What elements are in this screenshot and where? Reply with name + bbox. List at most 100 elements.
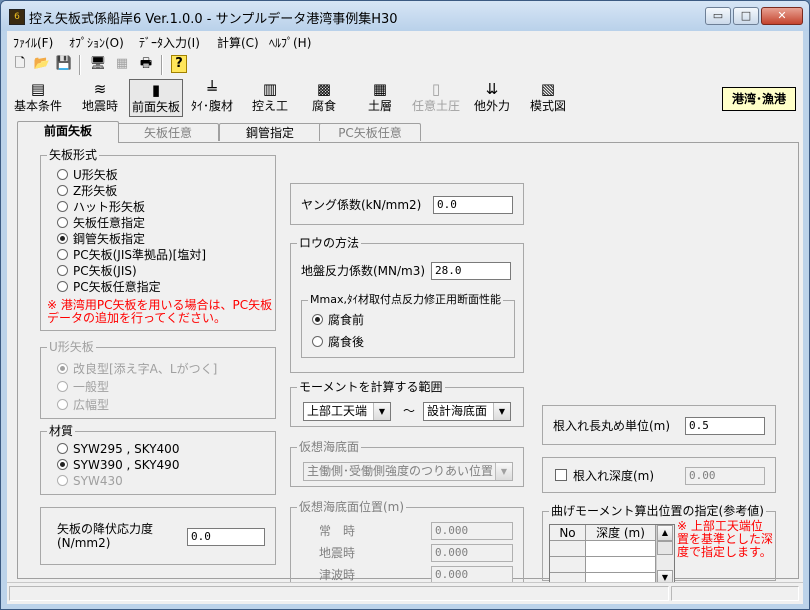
basic-conditions-icon: ▤ — [30, 80, 46, 98]
radio-dot — [57, 281, 68, 292]
table-cell[interactable] — [586, 557, 656, 573]
module-earthquake[interactable]: ≋ 地震時 — [73, 79, 127, 117]
menu-help[interactable]: ﾍﾙﾌﾟ(H) — [269, 34, 311, 51]
u-sheet-improved[interactable]: 改良型[添え字A、Lがつく] — [57, 362, 217, 376]
normal-condition-input[interactable]: 0.000 — [431, 522, 513, 540]
help-icon[interactable]: ? — [171, 55, 187, 73]
embed-depth-group: 根入れ深度(m) 0.00 — [542, 457, 776, 493]
radio-dot-selected — [57, 459, 68, 470]
virtual-seabed-legend: 仮想海底面 — [297, 440, 362, 454]
table-scrollbar[interactable]: ▲ ▼ — [656, 525, 674, 587]
moment-range-from-select[interactable]: 上部工天端 ▼ — [303, 402, 391, 421]
radio-dot — [312, 336, 323, 347]
scroll-thumb[interactable] — [657, 541, 673, 555]
tab-sheet-arbitrary[interactable]: 矢板任意 — [117, 123, 219, 141]
menu-data-input[interactable]: ﾃﾞｰﾀ入力(I) — [139, 34, 200, 51]
module-label: 基本条件 — [13, 99, 62, 113]
material-syw390[interactable]: SYW390 , SKY490 — [57, 458, 179, 472]
minimize-button[interactable]: ▭ — [705, 7, 731, 25]
chevron-down-icon: ▼ — [493, 403, 510, 420]
radio-dot-selected — [312, 314, 323, 325]
toolbar-separator — [79, 55, 81, 75]
material-syw430[interactable]: SYW430 — [57, 474, 123, 488]
monitor-icon[interactable]: 🖥 — [89, 55, 107, 73]
radio-dot — [57, 399, 68, 410]
module-front-sheet-pile[interactable]: ▮ 前面矢板 — [129, 79, 183, 117]
chevron-down-icon: ▼ — [373, 403, 390, 420]
open-folder-icon[interactable]: 📂 — [33, 55, 51, 73]
option-label: 矢板任意指定 — [73, 216, 146, 230]
option-label: PC矢板任意指定 — [73, 280, 161, 294]
grid-icon[interactable]: ▦ — [113, 55, 131, 73]
module-tie-wale[interactable]: ╧ ﾀｲ･腹材 — [185, 79, 239, 117]
after-corrosion-radio[interactable]: 腐食後 — [312, 335, 364, 349]
sheet-type-group: 矢板形式 U形矢板 Z形矢板 ハット形矢板 矢板任意指定 鋼管矢板指定 PC矢板… — [40, 148, 276, 331]
menu-file[interactable]: ﾌｧｲﾙ(F) — [13, 34, 53, 51]
module-anchor-work[interactable]: ▥ 控え工 — [243, 79, 297, 117]
material-legend: 材質 — [47, 424, 76, 438]
save-icon[interactable]: 💾 — [55, 55, 73, 73]
module-arbitrary-earth-pressure[interactable]: ▯ 任意土圧 — [409, 79, 463, 117]
menu-options[interactable]: ｵﾌﾟｼｮﾝ(O) — [69, 34, 124, 51]
close-button[interactable]: ✕ — [761, 7, 803, 25]
pc-sheet-note: ※ 港湾用PC矢板を用いる場合は、PC矢板 データの追加を行ってください。 — [47, 298, 273, 325]
menu-bar: ﾌｧｲﾙ(F) ｵﾌﾟｼｮﾝ(O) ﾃﾞｰﾀ入力(I) 計算(C) ﾍﾙﾌﾟ(H… — [7, 31, 803, 51]
option-label: PC矢板(JIS) — [73, 264, 137, 278]
material-syw295[interactable]: SYW295 , SKY400 — [57, 442, 179, 456]
tab-pc-sheet-arbitrary[interactable]: PC矢板任意 — [319, 123, 421, 141]
module-schematic[interactable]: ▧ 模式図 — [521, 79, 575, 117]
before-corrosion-radio[interactable]: 腐食前 — [312, 313, 364, 327]
module-label: 控え工 — [251, 99, 288, 113]
subgrade-reaction-input[interactable]: 28.0 — [431, 262, 511, 280]
external-force-icon: ⇊ — [485, 80, 499, 98]
sheet-type-pc-arbitrary[interactable]: PC矢板任意指定 — [57, 280, 161, 294]
module-soil-layer[interactable]: ▦ 土層 — [353, 79, 407, 117]
maximize-button[interactable]: □ — [733, 7, 759, 25]
sheet-type-pc-jis[interactable]: PC矢板(JIS) — [57, 264, 137, 278]
new-file-icon[interactable]: 🗋 — [11, 55, 29, 73]
embed-depth-checkbox[interactable]: 根入れ深度(m) — [555, 469, 654, 483]
print-icon[interactable]: 🖶 — [137, 55, 155, 73]
embed-depth-input[interactable]: 0.00 — [685, 467, 765, 485]
yield-stress-label: 矢板の降伏応力度 (N/mm2) — [57, 522, 154, 550]
section-property-legend: Mmax,ﾀｲ材取付点反力修正用断面性能 — [308, 293, 503, 307]
sheet-type-u[interactable]: U形矢板 — [57, 168, 118, 182]
tab-steel-pipe[interactable]: 鋼管指定 — [219, 123, 321, 141]
module-corrosion[interactable]: ▩ 腐食 — [297, 79, 351, 117]
moment-range-to-select[interactable]: 設計海底面 ▼ — [423, 402, 511, 421]
module-other-external-force[interactable]: ⇊ 他外力 — [465, 79, 519, 117]
earthquake-condition-input[interactable]: 0.000 — [431, 544, 513, 562]
module-basic-conditions[interactable]: ▤ 基本条件 — [11, 79, 65, 117]
virtual-seabed-position-group: 仮想海底面位置(m) 常 時 0.000 地震時 0.000 津波時 0.000 — [290, 500, 524, 591]
embed-round-input[interactable]: 0.5 — [685, 417, 765, 435]
radio-dot — [57, 169, 68, 180]
tab-front-sheet-pile[interactable]: 前面矢板 — [17, 121, 119, 143]
u-sheet-general[interactable]: 一般型 — [57, 380, 109, 394]
range-separator: 〜 — [403, 404, 416, 418]
maximize-icon: □ — [740, 9, 752, 22]
schematic-icon: ▧ — [540, 80, 556, 98]
embed-round-group: 根入れ長丸め単位(m) 0.5 — [542, 405, 776, 445]
module-label: 任意土圧 — [411, 99, 460, 113]
menu-calc[interactable]: 計算(C) — [217, 34, 259, 51]
radio-dot — [57, 443, 68, 454]
corrosion-icon: ▩ — [316, 80, 332, 98]
young-modulus-input[interactable]: 0.0 — [433, 196, 513, 214]
sheet-type-z[interactable]: Z形矢板 — [57, 184, 117, 198]
virtual-seabed-select[interactable]: 主働側･受働側強度のつりあい位置 ▼ — [303, 462, 513, 481]
table-cell[interactable] — [586, 541, 656, 557]
yield-stress-input[interactable]: 0.0 — [187, 528, 265, 546]
sheet-type-hat[interactable]: ハット形矢板 — [57, 200, 145, 214]
scroll-up-icon[interactable]: ▲ — [657, 525, 673, 541]
bending-position-table[interactable]: No 深度 (m) ▲ ▼ — [549, 524, 675, 589]
title-bar[interactable]: 6 控え矢板式係船岸6 Ver.1.0.0 - サンプルデータ港湾事例集H30 … — [1, 1, 809, 31]
radio-dot — [57, 381, 68, 392]
sheet-type-pc-jis-salt[interactable]: PC矢板(JIS準拠品)[塩対] — [57, 248, 206, 262]
bending-position-group: 曲げモーメント算出位置の指定(参考値) No 深度 (m) ▲ ▼ ※ 上部工天… — [542, 504, 776, 589]
earthquake-condition-label: 地震時 — [319, 546, 356, 560]
radio-dot-selected — [57, 363, 68, 374]
sheet-type-steel-pipe[interactable]: 鋼管矢板指定 — [57, 232, 145, 246]
column-header-depth: 深度 (m) — [586, 525, 656, 541]
u-sheet-wide[interactable]: 広幅型 — [57, 398, 109, 412]
sheet-type-arbitrary[interactable]: 矢板任意指定 — [57, 216, 145, 230]
